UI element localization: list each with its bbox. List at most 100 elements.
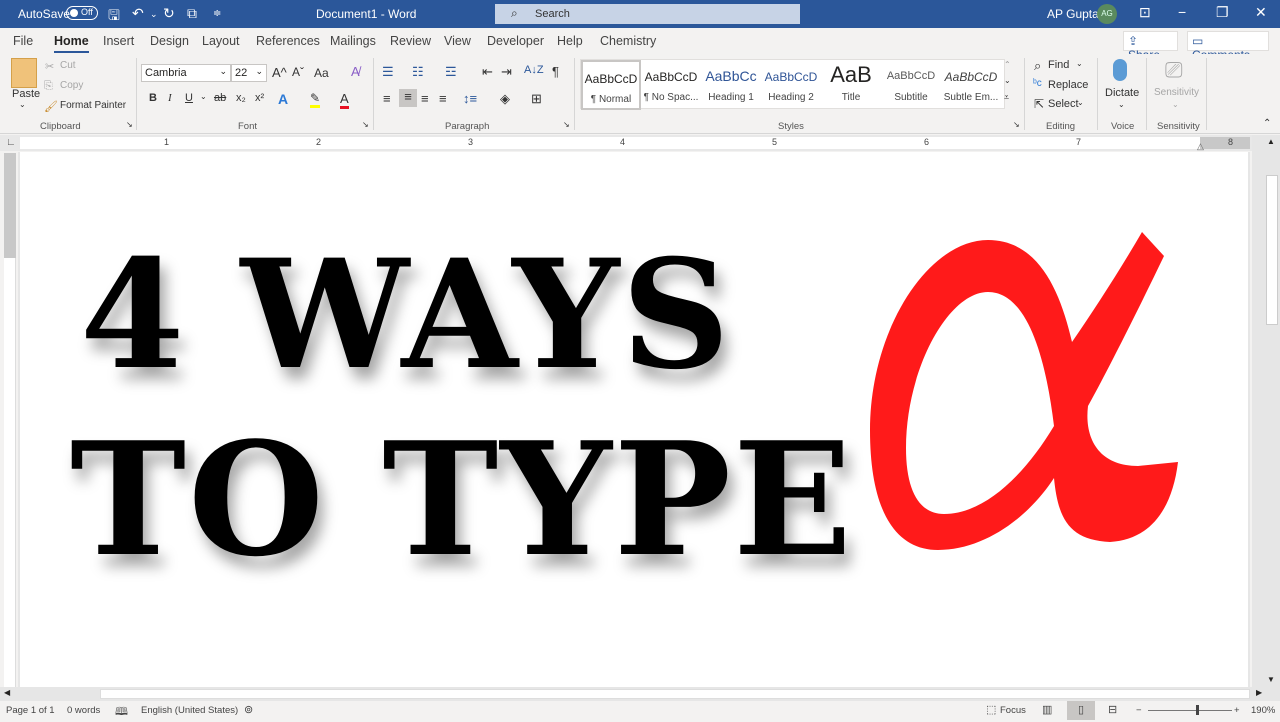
line-spacing-icon[interactable]: ↕≡ xyxy=(463,91,477,106)
show-marks-icon[interactable]: ¶ xyxy=(552,64,559,79)
font-size-box[interactable]: 22 ⌄ xyxy=(231,64,267,82)
tab-developer[interactable]: Developer xyxy=(487,34,544,48)
borders-icon[interactable]: ⊞ xyxy=(531,91,542,107)
avatar[interactable]: AG xyxy=(1097,4,1117,24)
focus-icon[interactable]: ⬚ xyxy=(986,703,996,716)
text-effects-icon[interactable]: A xyxy=(278,91,288,107)
comments-button[interactable]: ▭ Comments xyxy=(1187,31,1269,62)
select-button[interactable]: Select xyxy=(1048,98,1079,110)
tab-references[interactable]: References xyxy=(256,34,320,48)
clear-formatting-icon[interactable]: A̸ xyxy=(351,64,360,79)
save-icon[interactable]: 🖫 xyxy=(108,5,120,29)
styles-more-icon[interactable]: ⩡ xyxy=(1004,92,1009,103)
copy-button[interactable]: Copy xyxy=(60,80,83,91)
print-layout-icon[interactable]: ▯ xyxy=(1067,701,1095,720)
zoom-in-button[interactable]: + xyxy=(1234,705,1240,716)
increase-indent-icon[interactable]: ⇥ xyxy=(501,64,512,80)
zoom-level[interactable]: 190% xyxy=(1251,705,1275,716)
style-subtle-emphasis[interactable]: AaBbCcD Subtle Em... xyxy=(941,60,1001,110)
bullets-icon[interactable]: ☰ xyxy=(382,64,394,80)
search-box[interactable]: ⌕ Search xyxy=(495,4,800,24)
tab-help[interactable]: Help xyxy=(557,34,583,48)
tab-design[interactable]: Design xyxy=(150,34,189,48)
styles-launcher-icon[interactable]: ↘ xyxy=(1013,120,1020,129)
zoom-out-button[interactable]: − xyxy=(1136,705,1142,716)
zoom-slider[interactable] xyxy=(1148,710,1232,711)
styles-scroll-up-icon[interactable]: ⌃ xyxy=(1004,60,1011,69)
dictate-button[interactable]: Dictate xyxy=(1105,87,1139,99)
focus-button[interactable]: Focus xyxy=(1000,705,1026,716)
change-case-button[interactable]: Aa xyxy=(314,66,329,80)
find-button[interactable]: Find xyxy=(1048,59,1069,71)
undo-icon[interactable]: ↶ xyxy=(132,5,144,22)
vertical-ruler[interactable] xyxy=(4,153,16,688)
paste-icon[interactable] xyxy=(11,58,37,88)
select-dropdown-icon[interactable]: ⌄ xyxy=(1077,98,1084,107)
style-heading-2[interactable]: AaBbCcD Heading 2 xyxy=(761,60,821,110)
style-heading-1[interactable]: AaBbCc Heading 1 xyxy=(701,60,761,110)
style-normal[interactable]: AaBbCcD ¶ Normal xyxy=(581,60,641,110)
paragraph-launcher-icon[interactable]: ↘ xyxy=(563,120,570,129)
sensitivity-dropdown-icon[interactable]: ⌄ xyxy=(1172,100,1179,109)
underline-dropdown-icon[interactable]: ⌄ xyxy=(200,92,207,101)
scroll-left-icon[interactable]: ◀ xyxy=(4,688,10,697)
word-count[interactable]: 0 words xyxy=(67,705,100,716)
zoom-slider-thumb[interactable] xyxy=(1196,705,1199,715)
autosave-toggle[interactable]: Off xyxy=(66,6,98,20)
dictate-dropdown-icon[interactable]: ⌄ xyxy=(1118,100,1125,109)
touch-mode-icon[interactable]: ⧉ xyxy=(187,5,197,22)
decrease-indent-icon[interactable]: ⇤ xyxy=(482,64,493,80)
tab-review[interactable]: Review xyxy=(390,34,431,48)
scrollbar-thumb[interactable] xyxy=(1266,175,1278,325)
style-subtitle[interactable]: AaBbCcD Subtitle xyxy=(881,60,941,110)
microphone-icon[interactable] xyxy=(1113,59,1127,81)
clipboard-launcher-icon[interactable]: ↘ xyxy=(126,120,133,129)
multilevel-list-icon[interactable]: ☲ xyxy=(445,64,457,80)
tab-home[interactable]: Home xyxy=(54,34,89,53)
web-layout-icon[interactable]: ⊟ xyxy=(1108,703,1117,716)
tab-view[interactable]: View xyxy=(444,34,471,48)
customize-qat-icon[interactable]: ≑ xyxy=(213,8,221,19)
page-count[interactable]: Page 1 of 1 xyxy=(6,705,55,716)
justify-icon[interactable]: ≡ xyxy=(439,91,447,106)
redo-icon[interactable]: ↻ xyxy=(163,5,175,22)
scroll-right-icon[interactable]: ▶ xyxy=(1256,688,1262,697)
user-name[interactable]: AP Gupta xyxy=(1047,7,1099,21)
subscript-button[interactable]: x₂ xyxy=(236,92,246,104)
font-launcher-icon[interactable]: ↘ xyxy=(362,120,369,129)
tab-file[interactable]: File xyxy=(13,34,33,48)
strikethrough-button[interactable]: ab xyxy=(214,92,226,104)
proofing-icon[interactable]: 🕮 xyxy=(115,703,128,722)
align-right-icon[interactable]: ≡ xyxy=(421,91,429,106)
tab-layout[interactable]: Layout xyxy=(202,34,240,48)
language[interactable]: English (United States) xyxy=(141,705,238,716)
paste-button[interactable]: Paste xyxy=(12,88,40,100)
font-name-box[interactable]: Cambria ⌄ xyxy=(141,64,231,82)
grow-font-button[interactable]: A^ xyxy=(272,65,287,80)
collapse-ribbon-icon[interactable]: ⌃ xyxy=(1263,118,1271,129)
format-painter-button[interactable]: Format Painter xyxy=(60,100,126,111)
horizontal-ruler[interactable]: ∟ 1 2 3 4 5 6 7 8 △ xyxy=(0,135,1280,151)
read-mode-icon[interactable]: ▥ xyxy=(1042,703,1052,716)
tab-chemistry[interactable]: Chemistry xyxy=(600,34,656,48)
minimize-icon[interactable]: − xyxy=(1178,4,1186,20)
sort-icon[interactable]: A↓Z xyxy=(524,64,544,76)
find-dropdown-icon[interactable]: ⌄ xyxy=(1076,59,1083,68)
horizontal-scrollbar[interactable]: ◀ ▶ xyxy=(0,687,1280,701)
shrink-font-button[interactable]: Aˇ xyxy=(292,65,304,79)
scrollbar-thumb[interactable] xyxy=(100,689,1250,699)
scroll-down-icon[interactable]: ▼ xyxy=(1267,675,1275,684)
tab-insert[interactable]: Insert xyxy=(103,34,134,48)
undo-dropdown-icon[interactable]: ⌄ xyxy=(150,9,158,20)
shading-icon[interactable]: ◈ xyxy=(500,91,510,107)
styles-scroll-down-icon[interactable]: ⌄ xyxy=(1004,76,1011,85)
align-center-icon[interactable]: ≡ xyxy=(399,89,417,107)
ribbon-display-icon[interactable]: ⊡ xyxy=(1139,4,1151,21)
cut-button[interactable]: Cut xyxy=(60,60,76,71)
right-indent-marker[interactable]: △ xyxy=(1197,141,1204,152)
restore-icon[interactable]: ❐ xyxy=(1216,4,1229,21)
style-no-spacing[interactable]: AaBbCcD ¶ No Spac... xyxy=(641,60,701,110)
align-left-icon[interactable]: ≡ xyxy=(383,91,391,106)
vertical-scrollbar[interactable]: ▲ ▼ xyxy=(1252,135,1280,687)
tab-selector-icon[interactable]: ∟ xyxy=(6,137,16,148)
